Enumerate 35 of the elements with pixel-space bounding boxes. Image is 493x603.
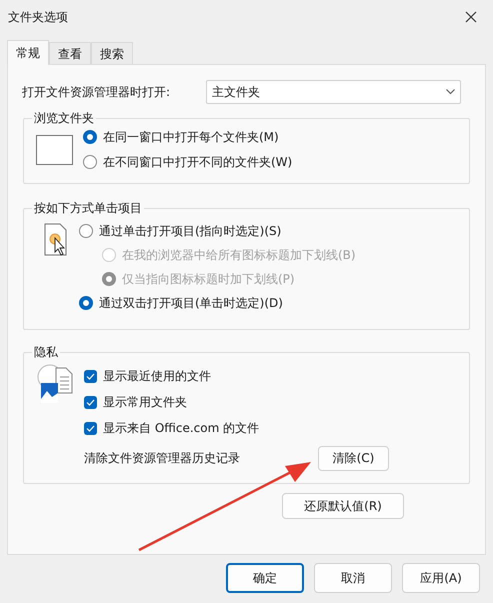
- tab[interactable]: 搜索: [91, 42, 133, 64]
- tab[interactable]: 常规: [7, 40, 49, 65]
- clear-button[interactable]: 清除(C): [318, 446, 389, 470]
- window-title: 文件夹选项: [8, 9, 68, 26]
- checkbox-label: 显示常用文件夹: [103, 394, 187, 411]
- close-icon[interactable]: [465, 11, 477, 23]
- group-title: 按如下方式单击项目: [32, 200, 144, 216]
- checkbox[interactable]: [84, 370, 97, 382]
- checkbox-label: 显示最近使用的文件: [103, 368, 211, 385]
- radio-button[interactable]: [83, 130, 97, 144]
- radio-label: 在同一窗口中打开每个文件夹(M): [103, 129, 279, 146]
- field-label: 打开文件资源管理器时打开:: [22, 84, 170, 101]
- radio-label: 通过双击打开项目(单击时选定)(D): [99, 295, 283, 312]
- radio-button[interactable]: [79, 296, 93, 310]
- window-icon: [36, 134, 73, 164]
- radio-label: 仅当指向图标标题时加下划线(P): [122, 271, 295, 288]
- checkbox-label: 显示来自 Office.com 的文件: [103, 420, 260, 437]
- group-title: 隐私: [32, 344, 60, 360]
- clear-history-label: 清除文件资源管理器历史记录: [84, 450, 241, 467]
- radio-button[interactable]: [83, 155, 97, 169]
- tab[interactable]: 查看: [49, 42, 91, 64]
- radio-button[interactable]: [79, 224, 93, 238]
- dialog-button[interactable]: 取消: [314, 563, 392, 593]
- recent-files-icon: [36, 363, 74, 403]
- dialog-button[interactable]: 确定: [226, 563, 304, 593]
- radio-label: 通过单击打开项目(指向时选定)(S): [99, 223, 282, 240]
- dropdown[interactable]: 主文件夹: [206, 80, 461, 104]
- radio-label: 在我的浏览器中给所有图标标题加下划线(B): [122, 247, 356, 264]
- group-title: 浏览文件夹: [32, 110, 96, 126]
- checkbox[interactable]: [84, 396, 97, 408]
- restore-defaults-button[interactable]: 还原默认值(R): [282, 493, 404, 519]
- radio-label: 在不同窗口中打开不同的文件夹(W): [103, 154, 292, 171]
- dialog-button[interactable]: 应用(A): [402, 563, 480, 593]
- checkbox[interactable]: [84, 422, 97, 434]
- chevron-down-icon: [446, 89, 455, 95]
